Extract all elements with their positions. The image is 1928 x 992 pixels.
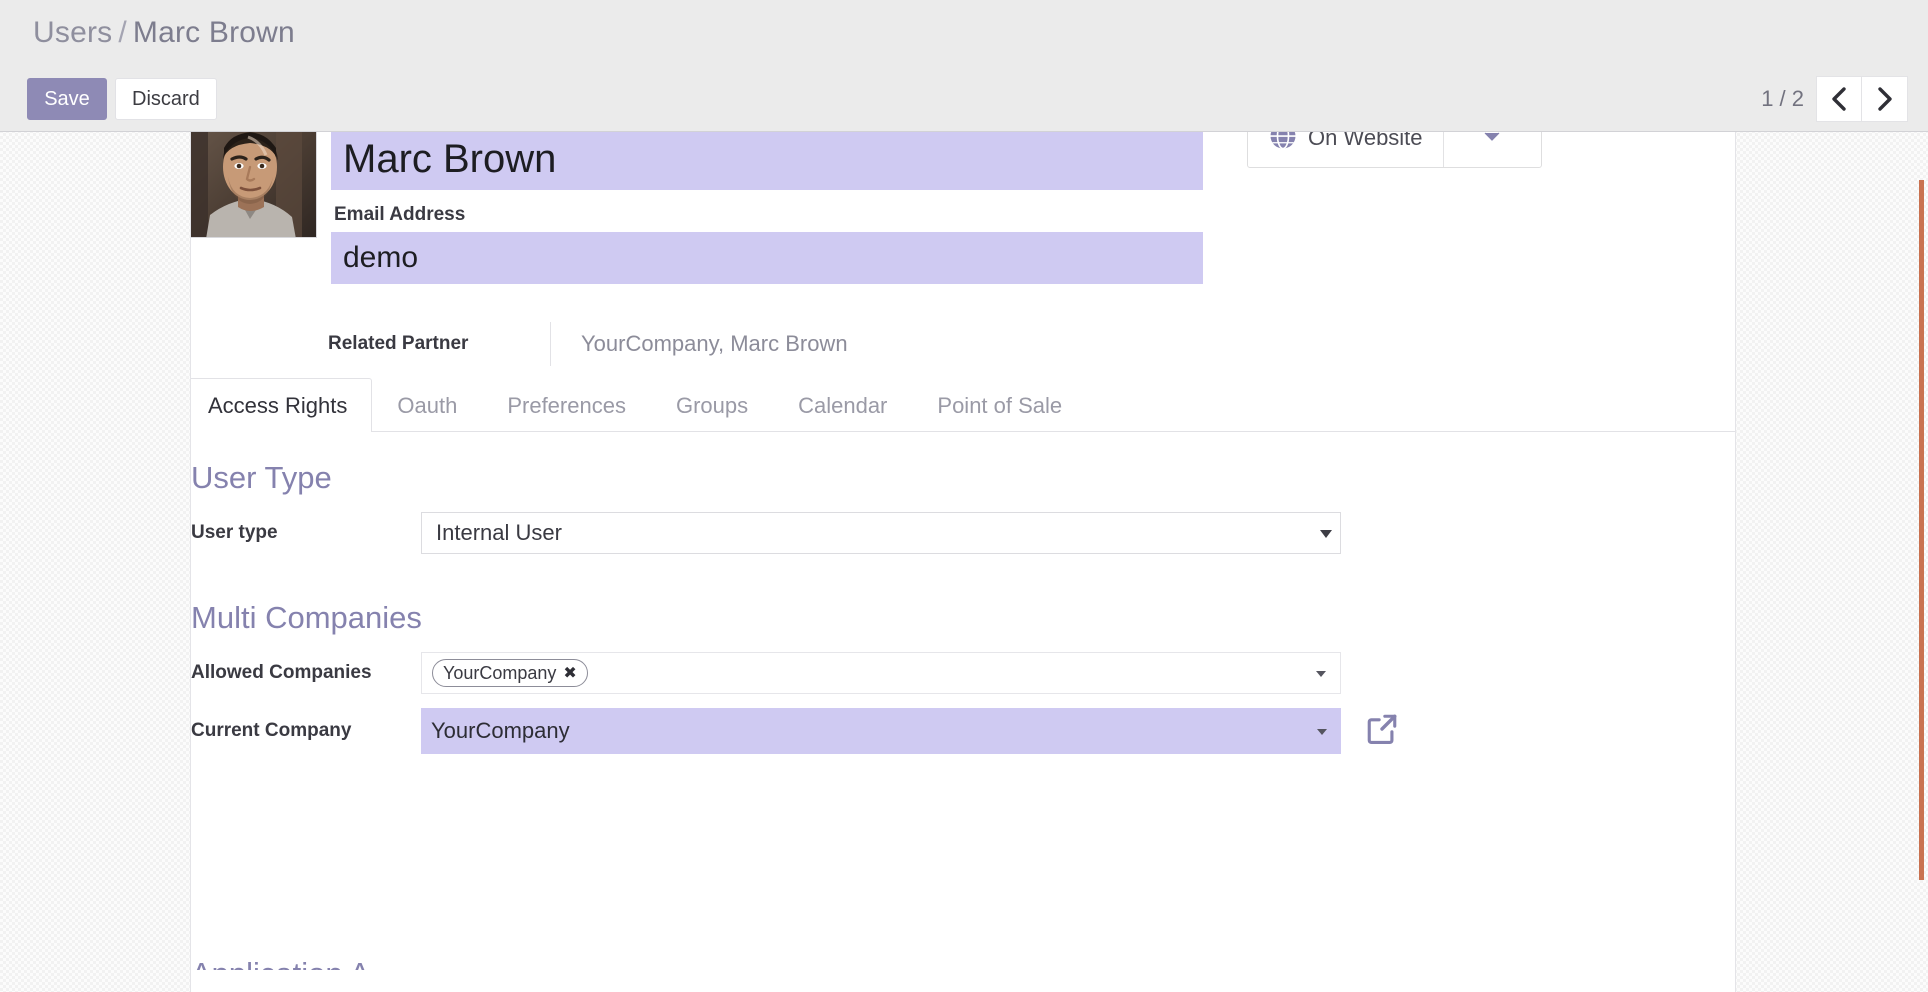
stat-button-on-website[interactable]: On Website xyxy=(1248,130,1443,167)
current-company-input[interactable]: YourCompany xyxy=(421,708,1341,754)
allowed-companies-label: Allowed Companies xyxy=(191,662,372,683)
odoo-user-form-screen: Users / Marc Brown Save Discard 1 / 2 On… xyxy=(0,0,1928,992)
discard-button[interactable]: Discard xyxy=(115,78,217,120)
save-button[interactable]: Save xyxy=(27,78,107,120)
current-company-label: Current Company xyxy=(191,720,352,741)
user-avatar-photo xyxy=(191,130,316,237)
breadcrumb-root[interactable]: Users xyxy=(33,16,112,49)
related-partner-value[interactable]: YourCompany, Marc Brown xyxy=(581,331,848,357)
company-tag-label: YourCompany xyxy=(443,662,557,683)
row-user-type: User type Internal User xyxy=(191,512,1341,554)
row-current-company: Current Company YourCompany xyxy=(191,708,1399,754)
avatar[interactable] xyxy=(191,130,317,238)
caret-down-icon xyxy=(1484,130,1500,147)
tab-groups[interactable]: Groups xyxy=(651,378,773,432)
field-divider xyxy=(550,322,551,366)
company-tag[interactable]: YourCompany ✖ xyxy=(432,659,588,687)
name-input[interactable]: Marc Brown xyxy=(331,130,1203,190)
tab-access-rights[interactable]: Access Rights xyxy=(191,378,373,432)
chevron-right-icon xyxy=(1874,86,1896,112)
current-company-open-button[interactable] xyxy=(1365,712,1399,751)
section-title-multi-companies: Multi Companies xyxy=(191,600,422,635)
notebook-tabs: Access Rights Oauth Preferences Groups C… xyxy=(191,378,1735,432)
record-pager: 1 / 2 xyxy=(1761,76,1908,122)
tab-calendar[interactable]: Calendar xyxy=(773,378,912,432)
tab-point-of-sale[interactable]: Point of Sale xyxy=(912,378,1087,432)
remove-tag-icon[interactable]: ✖ xyxy=(563,663,576,683)
section-title-user-type: User Type xyxy=(191,460,332,495)
email-label: Email Address xyxy=(334,204,466,225)
related-partner-row: Related Partner YourCompany, Marc Brown xyxy=(328,322,848,366)
email-input[interactable]: demo xyxy=(331,232,1203,284)
right-edge-strip xyxy=(1919,180,1924,880)
dropdown-caret-icon[interactable] xyxy=(1316,671,1326,677)
stat-button-box: On Website xyxy=(1247,130,1542,168)
related-partner-label: Related Partner xyxy=(328,333,469,354)
row-allowed-companies: Allowed Companies YourCompany ✖ xyxy=(191,652,1341,694)
external-link-icon xyxy=(1365,712,1399,751)
control-panel: Users / Marc Brown Save Discard 1 / 2 xyxy=(0,0,1928,132)
tab-preferences[interactable]: Preferences xyxy=(482,378,651,432)
title-block: Marc Brown Email Address demo xyxy=(331,130,1211,284)
pager-count: 1 / 2 xyxy=(1761,86,1804,111)
allowed-companies-input[interactable]: YourCompany ✖ xyxy=(421,652,1341,694)
pager-buttons xyxy=(1816,76,1908,122)
tab-oauth[interactable]: Oauth xyxy=(372,378,482,432)
breadcrumb: Users / Marc Brown xyxy=(33,16,295,50)
globe-icon xyxy=(1268,130,1298,156)
dropdown-caret-icon[interactable] xyxy=(1317,729,1327,735)
pager-next-button[interactable] xyxy=(1862,76,1908,122)
chevron-left-icon xyxy=(1828,86,1850,112)
breadcrumb-current: Marc Brown xyxy=(132,16,295,49)
stat-buttons-dropdown[interactable] xyxy=(1442,130,1541,167)
pager-previous-button[interactable] xyxy=(1816,76,1862,122)
stat-button-label: On Website xyxy=(1308,130,1423,150)
record-action-buttons: Save Discard xyxy=(27,78,217,120)
section-title-next-partial: Application A xyxy=(191,956,370,970)
select-arrow-icon xyxy=(1320,530,1332,538)
user-type-label: User type xyxy=(191,522,278,543)
breadcrumb-separator: / xyxy=(118,16,127,49)
record-sheet: On Website Marc Brown Email Address demo… xyxy=(190,130,1736,992)
current-company-value: YourCompany xyxy=(431,718,570,743)
user-type-select[interactable]: Internal User xyxy=(421,512,1341,554)
user-type-value: Internal User xyxy=(436,520,562,545)
